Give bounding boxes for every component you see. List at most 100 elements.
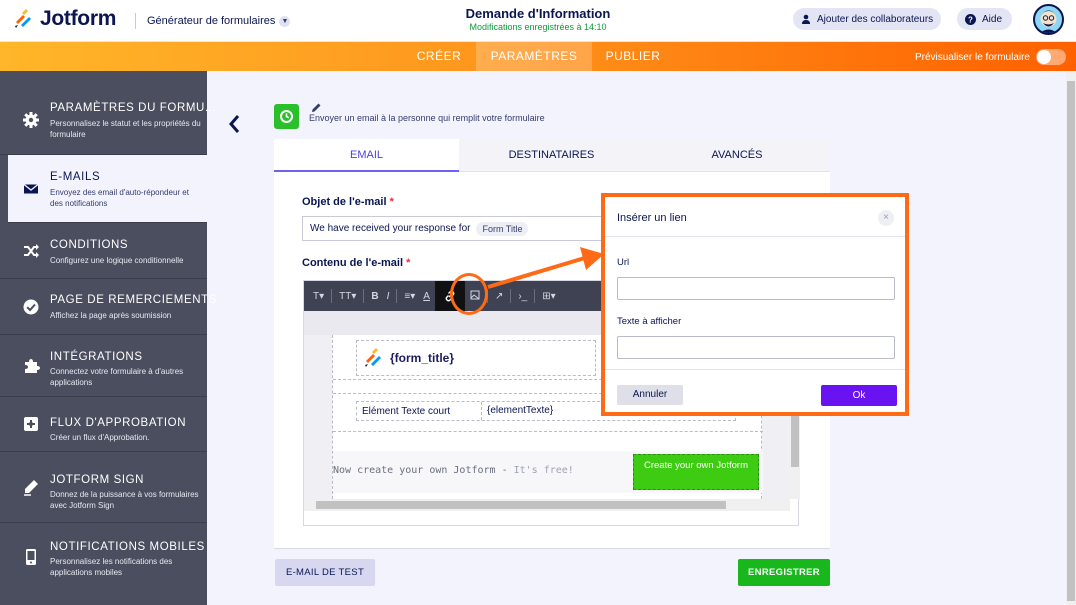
shuffle-icon (24, 243, 39, 258)
mobile-notification-icon (26, 549, 36, 565)
back-chevron-icon[interactable] (226, 113, 242, 135)
promo-text: Now create your own Jotform - It's free! (333, 465, 574, 476)
sidebar-item-desc: Connectez votre formulaire à d'autres ap… (50, 367, 184, 387)
sidebar-item-title: E-MAILS (50, 171, 101, 183)
sidebar-item-desc: Affichez la page après soumission (50, 311, 172, 320)
form-title-placeholder: {form_title} (390, 351, 455, 365)
jotform-logo-icon (365, 348, 381, 367)
tab-settings[interactable]: PARAMÈTRES (476, 42, 592, 71)
sidebar-item-form-settings[interactable]: PARAMÈTRES DU FORMU... Personnalisez le … (0, 85, 216, 155)
user-icon (802, 14, 810, 24)
sidebar-item-conditions[interactable]: CONDITIONS Configurez une logique condit… (0, 223, 207, 279)
sidebar-item-desc: Personnalisez les notifications des appl… (50, 557, 173, 577)
url-input[interactable] (617, 277, 895, 300)
cancel-button[interactable]: Annuler (617, 385, 683, 405)
display-text-input[interactable] (617, 336, 895, 359)
task-description[interactable]: Envoyer un email à la personne qui rempl… (309, 113, 545, 123)
sidebar-item-desc: Donnez de la puissance à vos formulaires… (50, 490, 199, 510)
sidebar-item-title: JOTFORM SIGN (50, 474, 145, 486)
preview-switch[interactable] (1036, 49, 1066, 65)
required-mark: * (406, 257, 411, 269)
align-button[interactable]: ≡▾ (401, 291, 418, 302)
tab-recipients[interactable]: DESTINATAIRES (459, 139, 644, 172)
promo-block: Now create your own Jotform - It's free!… (333, 451, 763, 493)
tab-advanced[interactable]: AVANCÉS (644, 139, 830, 172)
create-jotform-button[interactable]: Create your own Jotform (633, 454, 759, 490)
add-collaborators-label: Ajouter des collaborateurs (817, 13, 934, 25)
font-family-button[interactable]: TT▾ (336, 291, 359, 302)
form-title[interactable]: Demande d'Information (380, 6, 696, 21)
email-logo-block[interactable]: {form_title} (356, 340, 596, 376)
form-title-chip[interactable]: Form Title (476, 221, 529, 236)
puzzle-icon (25, 358, 40, 373)
insert-link-dialog: Insérer un lien × Url Texte à afficher A… (601, 193, 909, 416)
sidebar-item-title: NOTIFICATIONS MOBILES (50, 541, 205, 553)
brand-name: Jotform (40, 7, 117, 30)
autoresponder-icon (274, 104, 299, 129)
tab-create[interactable]: CRÉER (402, 42, 476, 71)
form-title-area[interactable]: Demande d'Information Modifications enre… (380, 6, 696, 32)
subject-label: Objet de l'e-mail * (302, 196, 394, 208)
display-text-label: Texte à afficher (617, 316, 682, 327)
url-label: Url (617, 257, 630, 268)
close-icon[interactable]: × (878, 210, 894, 226)
card-footer-divider (274, 548, 830, 549)
dialog-header: Insérer un lien × (605, 197, 905, 237)
sidebar-item-desc: Personnalisez le statut et les propriété… (50, 119, 201, 139)
toolbar-divider (331, 289, 333, 303)
sidebar-item-jotform-sign[interactable]: JOTFORM SIGN Donnez de la puissance à vo… (0, 452, 207, 523)
svg-text:?: ? (968, 15, 973, 24)
required-mark: * (389, 196, 394, 208)
scrollbar-thumb[interactable] (1067, 81, 1075, 601)
tab-publish[interactable]: PUBLIER (592, 42, 674, 71)
preview-form-toggle[interactable]: Prévisualiser le formulaire (915, 49, 1066, 65)
toolbar-divider (363, 289, 365, 303)
save-status: Modifications enregistrées à 14:10 (469, 22, 607, 32)
sidebar-item-mobile-notifications[interactable]: NOTIFICATIONS MOBILES Personnalisez les … (0, 523, 207, 605)
subject-input[interactable]: We have received your response for Form … (302, 216, 602, 241)
page-scrollbar[interactable] (1066, 71, 1076, 605)
help-button[interactable]: ? Aide (957, 8, 1013, 30)
chevron-down-icon: ▼ (279, 15, 291, 27)
user-avatar[interactable] (1033, 4, 1064, 35)
subject-value: We have received your response for (310, 223, 471, 234)
sidebar-item-title: CONDITIONS (50, 239, 129, 251)
content-label: Contenu de l'e-mail * (302, 257, 411, 269)
ok-button[interactable]: Ok (821, 385, 897, 406)
sidebar-item-approval-flow[interactable]: FLUX D'APPROBATION Créer un flux d'Appro… (0, 397, 207, 452)
jotform-logo[interactable]: Jotform (12, 7, 116, 31)
help-icon: ? (965, 13, 976, 25)
builder-dropdown[interactable]: Générateur de formulaires ▼ (135, 13, 291, 29)
sidebar-item-integrations[interactable]: INTÉGRATIONS Connectez votre formulaire … (0, 335, 207, 397)
help-label: Aide (982, 13, 1003, 25)
sidebar-item-thank-you-page[interactable]: PAGE DE REMERCIEMENTS Affichez la page a… (0, 279, 216, 335)
add-collaborators-button[interactable]: Ajouter des collaborateurs (793, 8, 942, 30)
font-size-button[interactable]: T▾ (310, 291, 327, 302)
text-color-button[interactable]: A (420, 291, 433, 302)
field-name: Elément Texte court (362, 406, 451, 417)
tab-email[interactable]: EMAIL (274, 139, 459, 172)
toolbar-divider (396, 289, 398, 303)
dialog-footer-divider (605, 369, 905, 370)
builder-label: Générateur de formulaires (147, 15, 276, 27)
settings-sidebar: PARAMÈTRES DU FORMU... Personnalisez le … (0, 71, 216, 605)
sidebar-item-emails[interactable]: E-MAILS Envoyez des email d'auto-réponde… (8, 155, 207, 223)
sidebar-item-title: FLUX D'APPROBATION (50, 417, 187, 429)
test-email-button[interactable]: E-MAIL DE TEST (275, 559, 375, 586)
italic-button[interactable]: I (384, 291, 393, 302)
avatar-illustration-icon (1040, 10, 1057, 33)
main-nav: CRÉER PARAMÈTRES PUBLIER Prévisualiser l… (0, 42, 1076, 71)
sidebar-item-title: PAGE DE REMERCIEMENTS (50, 294, 218, 306)
sidebar-item-desc: Envoyez des email d'auto-répondeur et de… (50, 188, 189, 208)
save-button[interactable]: ENREGISTRER (738, 559, 830, 586)
bold-button[interactable]: B (368, 291, 381, 302)
jotform-logo-icon (15, 9, 31, 28)
check-circle-icon (23, 299, 39, 314)
annotation-arrow-icon (487, 247, 604, 289)
sidebar-item-title: INTÉGRATIONS (50, 351, 143, 363)
editor-horizontal-scrollbar[interactable] (304, 499, 790, 511)
email-tabs: EMAIL DESTINATAIRES AVANCÉS (274, 139, 830, 172)
preview-label: Prévisualiser le formulaire (914, 51, 1030, 63)
scrollbar-thumb[interactable] (316, 501, 726, 509)
sidebar-item-desc: Configurez une logique conditionnelle (50, 256, 184, 265)
